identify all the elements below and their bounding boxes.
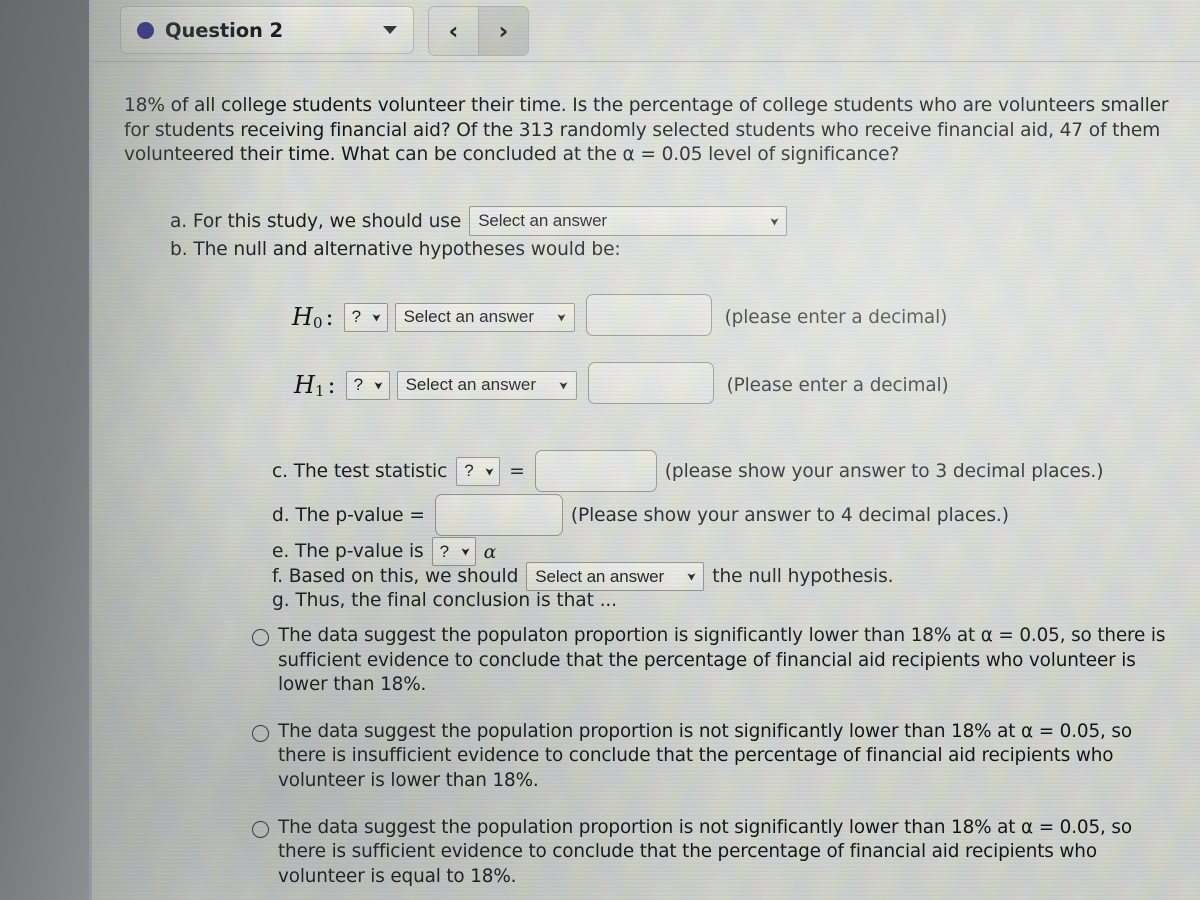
- h0-parameter-select[interactable]: Select an answer ➤: [394, 302, 575, 332]
- part-f: f. Based on this, we should Select an an…: [272, 562, 894, 591]
- question-status-dot-icon: [137, 21, 154, 39]
- alternative-hypothesis-row: H1: ? ➤ Select an answer ➤ (Please enter…: [294, 362, 949, 404]
- choice-option[interactable]: The data suggest the populaton proportio…: [252, 624, 1182, 698]
- choice-label: The data suggest the populaton proportio…: [278, 625, 1166, 696]
- study-type-select[interactable]: Select an answer ➤: [469, 206, 788, 236]
- p-value-input[interactable]: [434, 494, 563, 536]
- part-a: a. For this study, we should use Select …: [170, 206, 788, 236]
- h1-hint: (Please enter a decimal): [726, 374, 949, 396]
- decision-select-value: Select an answer: [535, 566, 665, 586]
- chevron-down-icon: ➤: [457, 546, 473, 557]
- test-statistic-input[interactable]: [534, 450, 657, 492]
- question-nav-group: ‹ ›: [428, 6, 529, 56]
- choice-label: The data suggest the population proporti…: [278, 816, 1132, 887]
- toolbar-divider: [92, 61, 1200, 62]
- chevron-down-icon: ➤: [556, 380, 572, 390]
- conclusion-choices: The data suggest the populaton proportio…: [252, 624, 1182, 900]
- radio-button-icon[interactable]: [252, 629, 269, 646]
- part-b-label: b. The null and alternative hypotheses w…: [170, 239, 621, 260]
- chevron-down-icon: ➤: [482, 466, 498, 476]
- h1-parameter-select[interactable]: Select an answer ➤: [396, 370, 577, 400]
- choice-option[interactable]: The data suggest the population proporti…: [252, 720, 1182, 794]
- h1-value-input[interactable]: [587, 362, 714, 404]
- part-c-equals: =: [509, 460, 525, 482]
- test-statistic-select-value: ?: [464, 461, 474, 480]
- part-c: c. The test statistic ? ➤ = (please show…: [272, 450, 1103, 492]
- photographed-screen: Question 2 ‹ › 18% of all college studen…: [0, 0, 1200, 900]
- question-title: Question 2: [165, 18, 283, 42]
- study-type-select-value: Select an answer: [478, 211, 607, 230]
- p-value-comparison-value: ?: [439, 541, 449, 561]
- h1-operator-value: ?: [353, 375, 364, 394]
- part-c-label: c. The test statistic: [272, 460, 448, 482]
- chevron-down-icon: ➤: [554, 312, 570, 322]
- alpha-symbol: α: [483, 540, 497, 563]
- chevron-down-icon[interactable]: [383, 26, 397, 34]
- chevron-down-icon: ➤: [684, 571, 700, 582]
- h1-symbol: H1:: [294, 370, 336, 400]
- h0-parameter-value: Select an answer: [403, 307, 534, 326]
- h0-operator-value: ?: [351, 307, 362, 326]
- part-f-label-before: f. Based on this, we should: [272, 566, 519, 587]
- null-hypothesis-row: H0: ? ➤ Select an answer ➤ (please enter…: [292, 294, 948, 336]
- choice-label: The data suggest the population proporti…: [278, 720, 1132, 791]
- h1-parameter-value: Select an answer: [405, 375, 536, 394]
- radio-button-icon[interactable]: [252, 820, 269, 838]
- part-f-label-after: the null hypothesis.: [712, 566, 894, 587]
- h0-symbol: H0:: [292, 302, 334, 332]
- question-prompt: 18% of all college students volunteer th…: [124, 95, 1169, 166]
- question-toolbar: Question 2 ‹ ›: [120, 6, 529, 56]
- chevron-down-icon: ➤: [371, 380, 387, 390]
- chevron-down-icon: ➤: [369, 312, 385, 322]
- h1-operator-select[interactable]: ? ➤: [345, 370, 390, 400]
- h0-operator-select[interactable]: ? ➤: [343, 302, 388, 332]
- part-d-label: d. The p-value =: [272, 504, 425, 526]
- question-selector[interactable]: Question 2: [120, 6, 414, 54]
- test-statistic-select[interactable]: ? ➤: [456, 456, 501, 486]
- part-a-label: a. For this study, we should use: [170, 210, 462, 232]
- part-d-hint: (Please show your answer to 4 decimal pl…: [570, 504, 1009, 526]
- radio-button-icon[interactable]: [252, 724, 269, 742]
- screen-panel: Question 2 ‹ › 18% of all college studen…: [92, 0, 1200, 900]
- part-g-label: g. Thus, the final conclusion is that ..…: [272, 590, 617, 611]
- h0-value-input[interactable]: [585, 294, 712, 336]
- choice-option[interactable]: The data suggest the population proporti…: [252, 816, 1182, 890]
- quiz-page: Question 2 ‹ › 18% of all college studen…: [92, 0, 1200, 900]
- previous-question-button[interactable]: ‹: [429, 7, 478, 55]
- part-c-hint: (please show your answer to 3 decimal pl…: [664, 460, 1104, 482]
- part-e-label: e. The p-value is: [272, 541, 424, 562]
- next-question-button[interactable]: ›: [478, 7, 528, 55]
- chevron-down-icon: ➤: [767, 216, 783, 226]
- part-d: d. The p-value = (Please show your answe…: [272, 494, 1009, 536]
- h0-hint: (please enter a decimal): [724, 306, 948, 328]
- monitor-bezel: [0, 0, 92, 900]
- decision-select[interactable]: Select an answer ➤: [526, 562, 705, 591]
